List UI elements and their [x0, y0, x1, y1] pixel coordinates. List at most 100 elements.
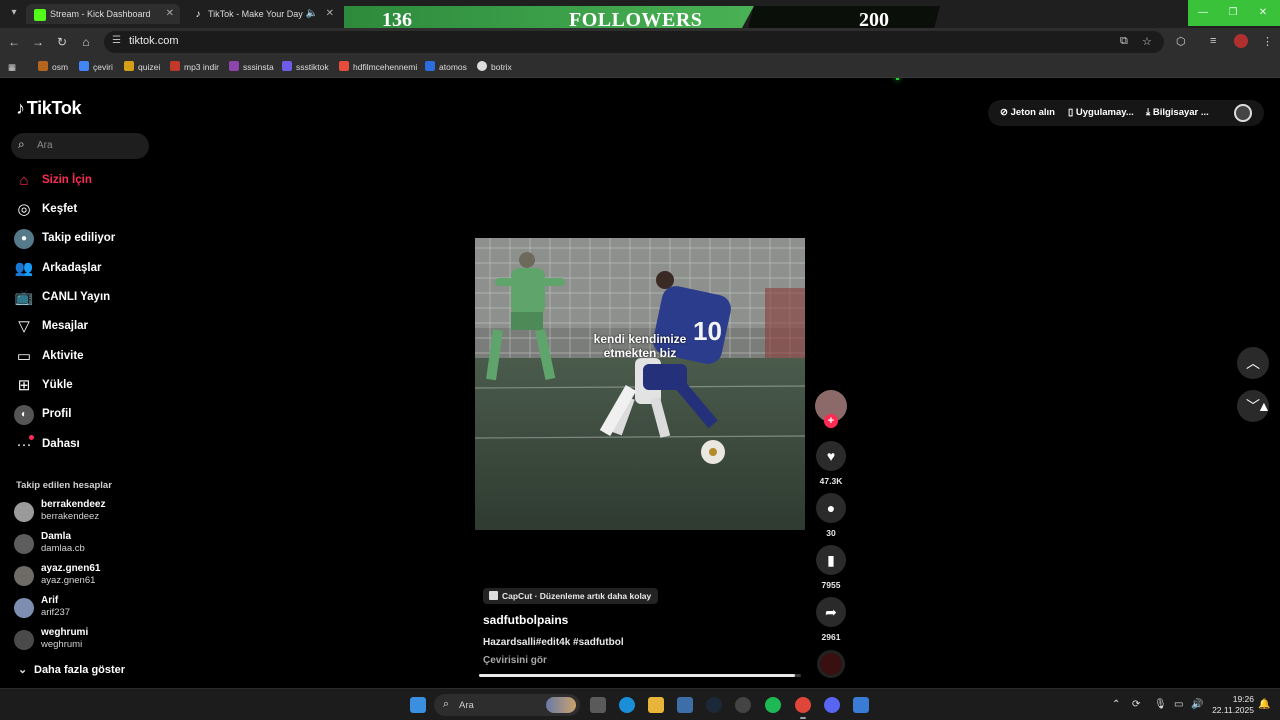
nav-friends[interactable]: 👥 Arkadaşlar [14, 258, 154, 280]
install-app-icon[interactable]: ⧉ [1120, 35, 1128, 48]
nav-more[interactable]: ··· Dahası [14, 434, 154, 456]
bookmark-item[interactable]: osm [38, 60, 68, 74]
forward-icon[interactable]: → [30, 34, 46, 50]
like-count: 47.3K [819, 476, 843, 486]
bookmark-item[interactable]: mp3 indir [170, 60, 219, 74]
tab-search-icon[interactable]: ▾ [6, 5, 22, 21]
taskbar-search[interactable]: ⌕ Ara [434, 694, 580, 716]
get-coins-button[interactable]: ⊘ Jeton alın [1000, 107, 1055, 118]
following-account[interactable]: berrakendeez berrakendeez [14, 499, 154, 525]
bookmark-item[interactable]: ssstiktok [282, 60, 329, 74]
minimize-button[interactable]: — [1188, 0, 1218, 26]
tab-tiktok[interactable]: ♪ TikTok - Make Your Day 🔈 ✕ [184, 4, 340, 24]
nav-profile[interactable]: ◐ Profil [14, 404, 154, 426]
top-actions-bar: ⊘ Jeton alın ▯ Uygulamay... ⤓ Bilgisayar… [988, 100, 1264, 126]
video-progress-fill [479, 674, 795, 677]
tab-kick-dashboard[interactable]: Stream - Kick Dashboard ✕ [26, 4, 180, 24]
share-button[interactable]: ➦ [816, 597, 846, 627]
media-icon[interactable]: ≡ [1210, 35, 1216, 47]
desktop-app-button[interactable]: ⤓ Bilgisayar ... [1146, 107, 1209, 118]
following-account[interactable]: Damla damlaa.cb [14, 531, 154, 557]
nav-explore[interactable]: ◎ Keşfet [14, 199, 154, 221]
previous-video-button[interactable]: ︿ [1237, 347, 1269, 379]
notification-bell-icon[interactable]: 🔔 [1258, 699, 1270, 710]
save-count: 7955 [821, 580, 841, 590]
following-account[interactable]: ayaz.gnen61 ayaz.gnen61 [14, 563, 154, 589]
home-icon[interactable]: ⌂ [78, 34, 94, 50]
bookmark-icon [79, 61, 89, 71]
close-tab-icon[interactable]: ✕ [326, 4, 334, 24]
save-button[interactable]: ▮ [816, 545, 846, 575]
bookmark-item[interactable]: hdfilmcehennemi [339, 60, 417, 74]
compass-icon: ◎ [17, 201, 31, 218]
comment-button[interactable]: ● [816, 493, 846, 523]
spotify-icon[interactable] [765, 697, 781, 713]
nav-live[interactable]: 📺 CANLI Yayın [14, 287, 154, 309]
nav-for-you[interactable]: ⌂ Sizin İçin [14, 170, 154, 192]
like-button[interactable]: ♥ [816, 441, 846, 471]
bookmark-item[interactable]: atomos [425, 60, 467, 74]
following-account[interactable]: Arif arif237 [14, 595, 154, 621]
close-window-button[interactable]: ✕ [1248, 0, 1278, 26]
maximize-button[interactable]: ❐ [1218, 0, 1248, 26]
edge-icon[interactable] [619, 697, 635, 713]
follow-plus-icon[interactable]: + [824, 414, 838, 428]
menu-dots-icon[interactable]: ⋮ [1262, 35, 1273, 48]
music-disc[interactable] [817, 650, 845, 678]
nav-following[interactable]: ● Takip ediliyor [14, 228, 154, 250]
microphone-icon[interactable]: 🎙 [1154, 699, 1167, 710]
windows-start-icon[interactable] [410, 697, 426, 713]
reload-icon[interactable]: ↻ [54, 34, 70, 50]
nav-activity[interactable]: ▭ Aktivite [14, 346, 154, 368]
bookmark-item[interactable]: sssinsta [229, 60, 274, 74]
close-tab-icon[interactable]: ✕ [166, 4, 174, 24]
task-view-icon[interactable] [590, 697, 606, 713]
nav-upload[interactable]: ⊞ Yükle [14, 375, 154, 397]
nav-messages[interactable]: ▽ Mesajlar [14, 316, 154, 338]
network-icon[interactable]: ▭ [1174, 699, 1183, 710]
chat-bubble-icon: ▭ [16, 348, 32, 365]
apps-grid-icon[interactable]: ▦ [8, 60, 16, 74]
obs-icon[interactable] [735, 697, 751, 713]
user-avatar[interactable] [1234, 104, 1252, 122]
bookmark-item[interactable]: botrix [477, 60, 512, 74]
app-icon[interactable] [853, 697, 869, 713]
get-app-button[interactable]: ▯ Uygulamay... [1068, 107, 1134, 118]
video-author[interactable]: sadfutbolpains [483, 613, 568, 627]
steam-icon[interactable] [706, 697, 722, 713]
taskbar-clock[interactable]: 19:26 22.11.2025 [1208, 694, 1254, 716]
file-explorer-icon[interactable] [648, 697, 664, 713]
speaker-icon[interactable]: 🔈 [306, 4, 318, 24]
volume-icon[interactable]: 🔊 [1191, 699, 1203, 710]
live-tv-icon: 📺 [14, 289, 34, 306]
store-icon[interactable] [677, 697, 693, 713]
avatar [14, 502, 34, 522]
heart-icon: ♥ [826, 448, 836, 464]
bookmark-star-icon[interactable]: ☆ [1142, 35, 1152, 48]
back-icon[interactable]: ← [6, 34, 22, 50]
extensions-icon[interactable]: ⬡ [1176, 35, 1186, 48]
see-translation-link[interactable]: Çevirisini gör [483, 655, 547, 666]
sync-icon[interactable]: ⟳ [1132, 699, 1140, 710]
bookmark-icon [38, 61, 48, 71]
friends-icon: 👥 [14, 260, 34, 277]
site-settings-icon[interactable]: ☰ [112, 35, 121, 46]
address-bar[interactable]: ☰ tiktok.com ⧉ ☆ [104, 31, 1164, 53]
profile-avatar[interactable] [1234, 34, 1248, 48]
capcut-badge[interactable]: CapCut · Düzenleme artık daha kolay [483, 588, 659, 604]
search-input[interactable]: ⌕ Ara [11, 133, 149, 159]
following-account[interactable]: weghrumi weghrumi [14, 627, 154, 653]
chevron-up-icon: ︿ [1246, 355, 1260, 371]
bookmark-item[interactable]: çeviri [79, 60, 113, 74]
chrome-icon[interactable] [795, 697, 811, 713]
show-more-button[interactable]: ⌄ Daha fazla göster [18, 663, 125, 676]
tiktok-logo[interactable]: ♪ TikTok [16, 98, 82, 119]
video-player[interactable]: 10 kendi kendimize etmekten biz [475, 238, 805, 530]
discord-icon[interactable] [824, 697, 840, 713]
bookmark-item[interactable]: quizei [124, 60, 160, 74]
tab-title: TikTok - Make Your Day [208, 9, 303, 19]
download-icon: ⤓ [1146, 107, 1153, 118]
tray-chevron-icon[interactable]: ⌃ [1112, 699, 1120, 710]
video-progress-bar[interactable] [479, 674, 801, 677]
browser-toolbar: ← → ↻ ⌂ ☰ tiktok.com ⧉ ☆ ⬡ ≡ ⋮ [0, 28, 1280, 56]
